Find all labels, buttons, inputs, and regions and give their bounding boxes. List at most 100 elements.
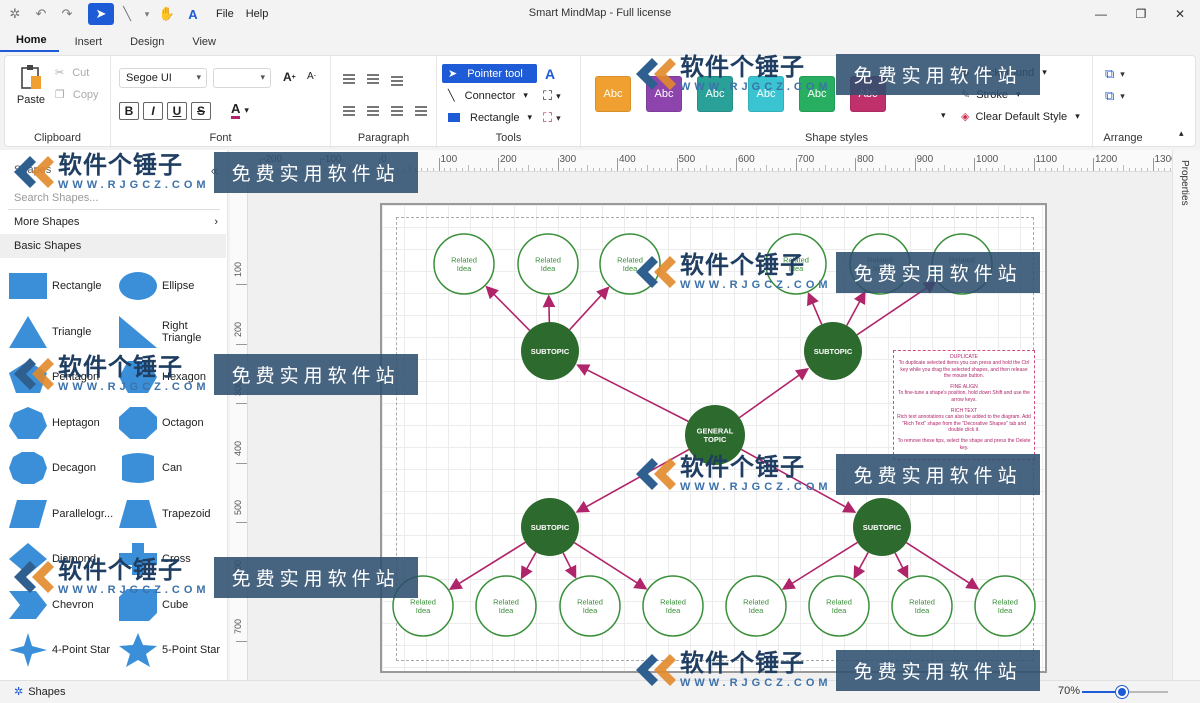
- connector-subtopic-to-idea[interactable]: [569, 286, 610, 331]
- background-button[interactable]: ◆ Background ▾: [961, 66, 1047, 80]
- bring-forward-button[interactable]: ⧉ ▾: [1105, 66, 1125, 82]
- paste-button[interactable]: Paste: [15, 64, 47, 106]
- tab-design[interactable]: Design: [114, 36, 176, 52]
- bold-button[interactable]: B: [119, 102, 139, 120]
- connector-central-to-subtopic[interactable]: [738, 368, 810, 419]
- style-swatch-3[interactable]: Abc: [697, 76, 733, 112]
- properties-panel[interactable]: Properties: [1172, 150, 1200, 680]
- align-right-icon[interactable]: [391, 106, 403, 116]
- undo-icon[interactable]: ↶: [28, 3, 54, 25]
- font-size-select[interactable]: ▾: [213, 68, 271, 88]
- connector-subtopic-to-idea[interactable]: [846, 290, 866, 326]
- clear-default-style-button[interactable]: ◈ Clear Default Style ▾: [961, 110, 1080, 124]
- shape-item-trap[interactable]: Trapezoid: [118, 496, 211, 532]
- tab-home[interactable]: Home: [0, 34, 59, 52]
- style-swatch-1[interactable]: Abc: [595, 76, 631, 112]
- style-swatch-5[interactable]: Abc: [799, 76, 835, 112]
- align-justify-icon[interactable]: [415, 106, 427, 116]
- shape-item-hex[interactable]: Hexagon: [118, 359, 206, 395]
- ruler-minor-tick: [944, 165, 946, 171]
- font-color-button[interactable]: A ▾: [231, 102, 249, 119]
- menu-file[interactable]: File: [206, 8, 244, 20]
- shape-item-star4[interactable]: 4-Point Star: [8, 632, 110, 668]
- ruler-tick: [1033, 158, 1035, 171]
- strikethrough-button[interactable]: S: [191, 102, 211, 120]
- connector-subtopic-to-idea[interactable]: [520, 551, 537, 580]
- shape-item-pent[interactable]: Pentagon: [8, 359, 99, 395]
- align-bottom-icon[interactable]: [391, 76, 403, 86]
- minimize-button[interactable]: —: [1081, 4, 1121, 24]
- style-swatch-2[interactable]: Abc: [646, 76, 682, 112]
- search-shapes-input[interactable]: Search Shapes...: [8, 186, 220, 210]
- shape-item-ellipse[interactable]: Ellipse: [118, 268, 194, 304]
- tips-annotation[interactable]: DUPLICATE To duplicate selected items yo…: [893, 350, 1035, 460]
- connector-central-to-subtopic[interactable]: [575, 448, 690, 513]
- connector-central-to-subtopic[interactable]: [576, 364, 689, 423]
- tab-insert[interactable]: Insert: [59, 36, 115, 52]
- shape-item-chev[interactable]: Chevron: [8, 587, 94, 623]
- underline-button[interactable]: U: [167, 102, 187, 120]
- maximize-button[interactable]: ❐: [1121, 4, 1161, 24]
- align-center-icon[interactable]: [367, 106, 379, 116]
- shrink-font-button[interactable]: A-: [307, 71, 316, 82]
- copy-button[interactable]: ❐ Copy: [55, 88, 99, 102]
- grow-font-button[interactable]: A +: [283, 70, 296, 84]
- group-button[interactable]: ⧉ ▾: [1105, 88, 1125, 104]
- shape-item-cross[interactable]: Cross: [118, 541, 191, 577]
- stroke-button[interactable]: ✎ Stroke ▾: [961, 88, 1021, 102]
- cut-button[interactable]: ✂ Cut: [55, 66, 89, 80]
- text-tool-button[interactable]: A: [545, 66, 555, 82]
- style-swatch-6[interactable]: Abc: [850, 76, 886, 112]
- select-region-button[interactable]: ⛶ ▾: [543, 88, 561, 104]
- hand-tool-icon[interactable]: ✋: [154, 3, 180, 25]
- rectangle-tool-button[interactable]: Rectangle ▾: [442, 108, 537, 127]
- redo-icon[interactable]: ↷: [54, 3, 80, 25]
- align-left-icon[interactable]: [343, 106, 355, 116]
- basic-shapes-header[interactable]: Basic Shapes: [0, 234, 226, 258]
- ruler-left-label: 700: [233, 619, 243, 635]
- diagram-canvas[interactable]: Related Idea Related Idea Related Idea Related…: [248, 172, 1172, 680]
- more-shapes-item[interactable]: More Shapes ›: [0, 210, 228, 234]
- connector-subtopic-to-idea[interactable]: [485, 285, 531, 331]
- shape-item-oct[interactable]: Octagon: [118, 405, 204, 441]
- lasso-button[interactable]: ⛶ ▾: [543, 110, 561, 126]
- style-swatch-4[interactable]: Abc: [748, 76, 784, 112]
- connector-subtopic-to-idea[interactable]: [853, 552, 869, 580]
- connector-tool-button[interactable]: ╲ Connector ▾: [442, 86, 537, 105]
- collapse-panel-icon[interactable]: «: [211, 163, 218, 178]
- shape-item-hept[interactable]: Heptagon: [8, 405, 100, 441]
- shape-item-can[interactable]: Can: [118, 450, 182, 486]
- shapes-tab[interactable]: ✲ Shapes: [14, 685, 66, 699]
- close-button[interactable]: ✕: [1160, 4, 1200, 24]
- connector-central-to-subtopic[interactable]: [740, 448, 857, 513]
- chevron-down-icon[interactable]: ▾: [140, 3, 154, 25]
- tab-view[interactable]: View: [176, 36, 228, 52]
- text-tool-icon[interactable]: A: [180, 3, 206, 25]
- font-family-select[interactable]: Segoe UI ▾: [119, 68, 207, 88]
- shape-item-diam[interactable]: Diamond: [8, 541, 96, 577]
- shape-item-rtri[interactable]: Right Triangle: [118, 314, 227, 350]
- shape-item-cube[interactable]: Cube: [118, 587, 188, 623]
- pointer-icon[interactable]: ➤: [88, 3, 114, 25]
- connector-subtopic-to-idea[interactable]: [542, 294, 556, 323]
- zoom-slider[interactable]: [1082, 686, 1168, 698]
- connector-subtopic-to-idea[interactable]: [562, 552, 577, 579]
- zoom-slider-thumb[interactable]: [1116, 686, 1129, 698]
- shape-item-star5[interactable]: 5-Point Star: [118, 632, 220, 668]
- connector-subtopic-to-idea[interactable]: [894, 552, 909, 579]
- align-top-icon[interactable]: [343, 74, 355, 84]
- connector-subtopic-to-idea[interactable]: [807, 291, 823, 325]
- collapse-ribbon-icon[interactable]: ▴: [1179, 128, 1184, 139]
- italic-button[interactable]: I: [143, 102, 163, 120]
- shape-item-tri[interactable]: Triangle: [8, 314, 91, 350]
- pointer-tool-button[interactable]: ➤ Pointer tool: [442, 64, 537, 83]
- shape-item-rect[interactable]: Rectangle: [8, 268, 102, 304]
- line-tool-icon[interactable]: ╲: [114, 3, 140, 25]
- menu-help[interactable]: Help: [244, 8, 279, 20]
- diagram-page[interactable]: Related Idea Related Idea Related Idea Related…: [380, 203, 1047, 673]
- shape-item-dec[interactable]: Decagon: [8, 450, 96, 486]
- ruler-tick: [1152, 158, 1154, 171]
- more-styles-button[interactable]: ▾: [941, 110, 946, 121]
- align-middle-icon[interactable]: [367, 74, 379, 84]
- shape-item-para[interactable]: Parallelogr...: [8, 496, 113, 532]
